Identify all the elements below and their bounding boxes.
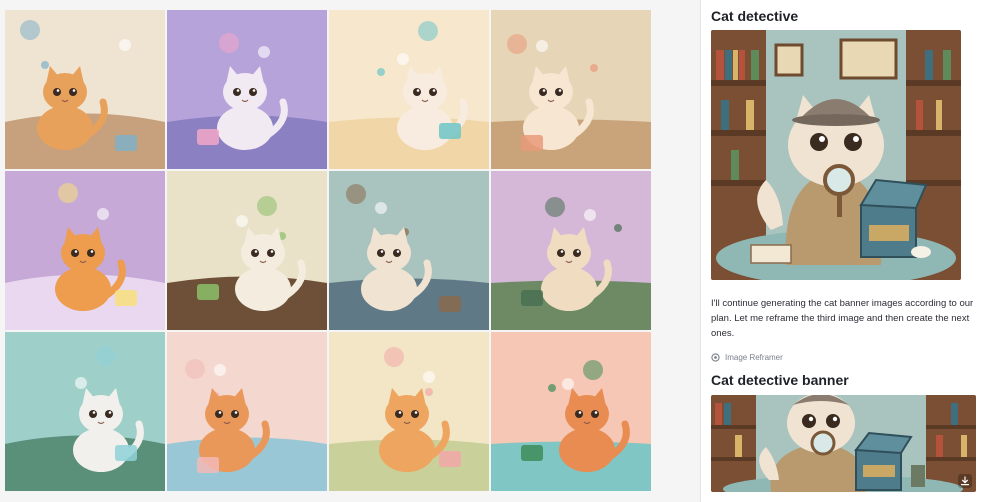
cat-illustration	[167, 332, 327, 491]
gallery-tile-8[interactable]	[491, 171, 651, 330]
cat-illustration	[491, 171, 651, 330]
cat-illustration	[5, 171, 165, 330]
gallery-tile-10[interactable]	[167, 332, 327, 491]
image-gallery	[0, 0, 700, 502]
cat-detective-banner-image[interactable]	[711, 395, 976, 492]
cat-illustration	[491, 10, 651, 169]
gallery-tile-7[interactable]	[329, 171, 489, 330]
download-button[interactable]	[958, 474, 972, 488]
cat-illustration	[167, 10, 327, 169]
cat-illustration	[329, 332, 489, 491]
gallery-tile-4[interactable]	[491, 10, 651, 169]
cat-detective-image[interactable]	[711, 30, 961, 280]
cat-illustration	[5, 332, 165, 491]
gallery-tile-12[interactable]	[491, 332, 651, 491]
result-title: Cat detective	[711, 8, 799, 24]
gallery-tile-11[interactable]	[329, 332, 489, 491]
cat-illustration	[5, 10, 165, 169]
gallery-tile-1[interactable]	[5, 10, 165, 169]
cat-illustration	[167, 171, 327, 330]
gallery-tile-5[interactable]	[5, 171, 165, 330]
gallery-tile-6[interactable]	[167, 171, 327, 330]
gallery-tile-9[interactable]	[5, 332, 165, 491]
cat-illustration	[491, 332, 651, 491]
gallery-tile-2[interactable]	[167, 10, 327, 169]
cat-illustration	[329, 10, 489, 169]
app-window: Cat detective I'll continue generating t…	[0, 0, 1000, 502]
gallery-grid	[5, 10, 651, 492]
tool-label: Image Reframer	[725, 352, 783, 362]
download-icon	[960, 476, 970, 486]
gallery-tile-3[interactable]	[329, 10, 489, 169]
chat-panel: Cat detective I'll continue generating t…	[701, 0, 1000, 502]
result-title-2: Cat detective banner	[711, 372, 849, 388]
assistant-message: I'll continue generating the cat banner …	[711, 298, 974, 339]
eye-icon	[711, 352, 720, 362]
tool-call-row[interactable]: Image Reframer	[711, 351, 783, 363]
cat-illustration	[329, 171, 489, 330]
